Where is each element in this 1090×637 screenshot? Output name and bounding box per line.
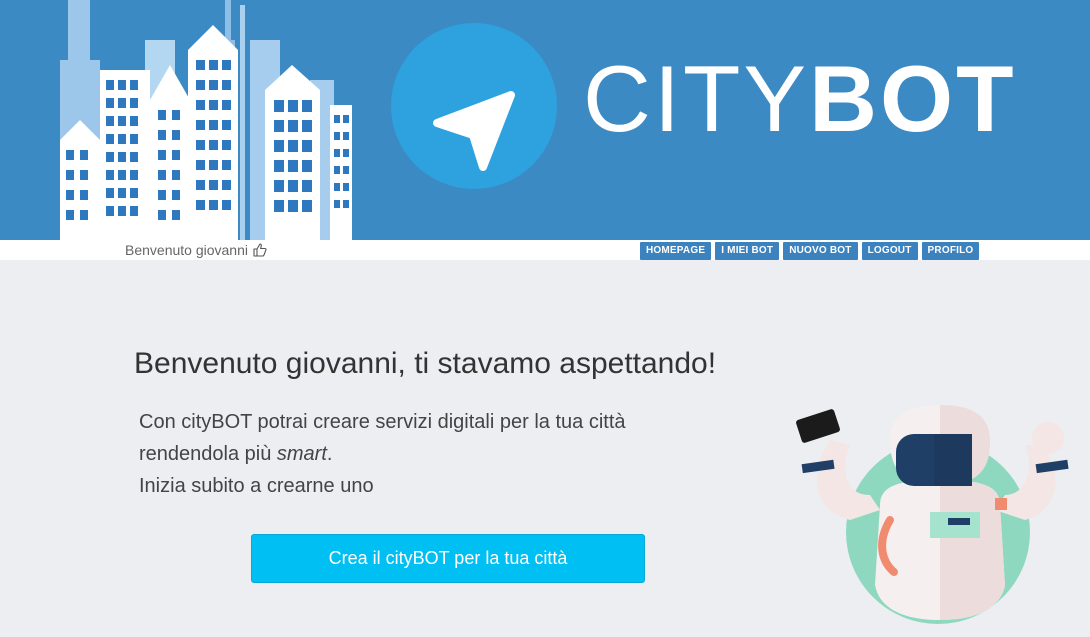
intro-text: Con cityBOT potrai creare servizi digita… (139, 406, 626, 502)
brand-wordmark: CITYBOT (583, 44, 1017, 154)
brand-bold: BOT (809, 46, 1017, 151)
nav-homepage[interactable]: HOMEPAGE (640, 242, 712, 260)
nav-profilo[interactable]: PROFILO (921, 242, 980, 260)
user-welcome: Benvenuto giovanni (125, 241, 267, 259)
paper-plane-icon (433, 91, 515, 171)
intro-line-2: rendendola più smart. (139, 438, 626, 470)
nav-logout[interactable]: LOGOUT (861, 242, 918, 260)
main-nav: HOMEPAGE I MIEI BOT NUOVO BOT LOGOUT PRO… (640, 242, 980, 260)
page-title: Benvenuto giovanni, ti stavamo aspettand… (134, 347, 717, 380)
nav-nuovo-bot[interactable]: NUOVO BOT (783, 242, 858, 260)
robot-mascot-illustration (796, 405, 1069, 624)
intro-line-2-emphasis: smart (276, 443, 327, 465)
intro-line-2-suffix: . (326, 443, 333, 465)
user-welcome-text: Benvenuto giovanni (125, 242, 248, 258)
brand-light: CITY (583, 46, 810, 151)
thumbs-up-icon (253, 243, 267, 257)
city-skyline-illustration (60, 0, 352, 240)
intro-line-3: Inizia subito a crearne uno (139, 475, 374, 497)
logo-circle (391, 23, 557, 189)
intro-line-1: Con cityBOT potrai creare servizi digita… (139, 411, 626, 433)
nav-i-miei-bot[interactable]: I MIEI BOT (715, 242, 780, 260)
intro-line-2-prefix: rendendola più (139, 443, 277, 465)
header-banner: CITYBOT (0, 0, 1090, 240)
create-citybot-button[interactable]: Crea il cityBOT per la tua città (251, 534, 645, 583)
